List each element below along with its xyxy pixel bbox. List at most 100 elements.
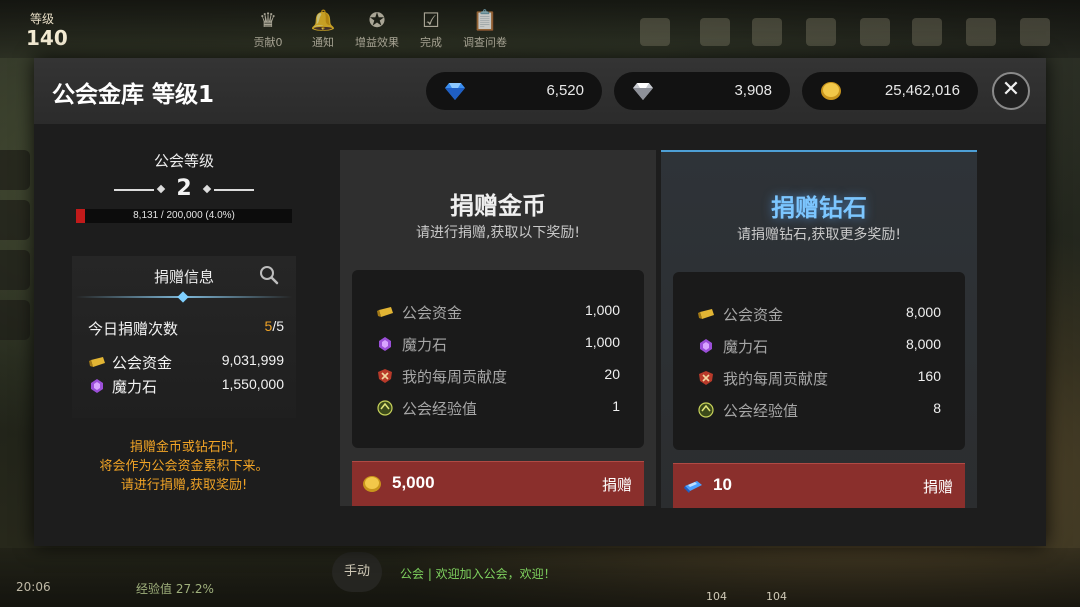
- reward-row: 魔力石 8,000: [697, 336, 941, 358]
- donate-gold-card[interactable]: 捐赠金币 请进行捐赠,获取以下奖励! 公会资金 1,000 魔力石 1,000 我的…: [340, 150, 656, 506]
- magic-stone-value: 1,550,000: [221, 376, 284, 392]
- complete-icon[interactable]: ☑ 完成: [408, 6, 454, 50]
- donate-gold-label: 捐赠: [601, 476, 632, 494]
- reward-row: 公会经验值 8: [697, 400, 941, 422]
- exit-icon[interactable]: [700, 18, 730, 46]
- reward-value: 1: [612, 398, 620, 414]
- note-line: 请进行捐赠,获取奖励!: [120, 478, 248, 493]
- reward-value: 1,000: [584, 302, 620, 318]
- note-line: 捐赠金币或钻石时,: [129, 440, 239, 455]
- donate-diamond-card[interactable]: 捐赠钻石 请捐赠钻石,获取更多奖励! 公会资金 8,000 魔力石 8,000 我的…: [661, 150, 977, 508]
- magic-stone-icon: [379, 337, 391, 351]
- reward-list: 公会资金 8,000 魔力石 8,000 我的每周贡献度 160 公会经验值 8: [673, 272, 965, 450]
- silver-diamond-icon: [633, 83, 653, 100]
- panel-header: 公会金库 等级1 6,520 3,908 25,462,016 ✕: [34, 58, 1046, 124]
- guild-xp-text: 8,131 / 200,000 (4.0%): [133, 210, 235, 221]
- skill-count: 104: [706, 590, 727, 603]
- reward-value: 8,000: [905, 336, 941, 352]
- reward-row: 我的每周贡献度 20: [376, 366, 620, 388]
- menu-icon[interactable]: [1020, 18, 1050, 46]
- donate-diamond-cost: 10: [713, 475, 732, 494]
- reward-row: 公会经验值 1: [376, 398, 620, 420]
- character-icon[interactable]: [966, 18, 996, 46]
- guild-fund-label: 公会资金: [112, 354, 173, 372]
- guild-level-title: 公会等级: [153, 152, 214, 170]
- shop-icon[interactable]: [806, 18, 836, 46]
- donate-gold-title: 捐赠金币: [450, 192, 546, 220]
- donate-gold-button[interactable]: 5,000 捐赠: [352, 461, 644, 506]
- reward-value: 160: [917, 368, 941, 384]
- donate-diamond-title: 捐赠钻石: [771, 194, 867, 222]
- side-party-icon[interactable]: [0, 250, 30, 290]
- reward-label: 魔力石: [723, 338, 769, 356]
- magic-stone-icon: [700, 339, 712, 353]
- side-battle-icon[interactable]: [0, 300, 30, 340]
- emblem-icon[interactable]: [752, 18, 782, 46]
- reward-row: 魔力石 1,000: [376, 334, 620, 356]
- panel-title: 公会金库 等级1: [52, 82, 215, 108]
- divider-gem-icon: [177, 291, 189, 303]
- contribution-shield-icon: [378, 369, 392, 383]
- silver-diamond-value: 3,908: [734, 82, 772, 99]
- manual-mode-button[interactable]: 手动: [332, 552, 382, 592]
- gold-coin-icon: [821, 82, 841, 100]
- diamond-stack-icon: [684, 481, 702, 493]
- donation-note: 捐赠金币或钻石时, 将会作为公会资金累积下来。 请进行捐赠,获取奖励!: [34, 438, 334, 495]
- today-donation-label: 今日捐赠次数: [88, 320, 179, 338]
- search-icon[interactable]: [258, 264, 280, 286]
- magic-stone-row: 魔力石 1,550,000: [88, 376, 284, 397]
- guild-exp-icon: [698, 402, 714, 418]
- guild-icon[interactable]: [912, 18, 942, 46]
- reward-label: 我的每周贡献度: [402, 368, 508, 386]
- contribution-shield-icon: [699, 371, 713, 385]
- guild-xp-bar: 8,131 / 200,000 (4.0%): [76, 209, 292, 223]
- guild-fund-row: 公会资金 9,031,999: [88, 352, 284, 373]
- donate-gold-cost: 5,000: [392, 473, 435, 492]
- gold-bar-icon: [377, 307, 393, 317]
- note-line: 将会作为公会资金累积下来。: [99, 459, 269, 474]
- reward-label: 魔力石: [402, 336, 448, 354]
- contribution-icon[interactable]: ♛ 贡献0: [245, 6, 291, 50]
- play-icon[interactable]: [640, 18, 670, 46]
- reward-value: 20: [604, 366, 620, 382]
- gold-balance: 25,462,016: [802, 72, 978, 110]
- buff-icon[interactable]: ✪ 增益效果: [354, 6, 400, 50]
- chat-line[interactable]: 公会 | 欢迎加入公会，欢迎！: [400, 565, 556, 582]
- reward-label: 公会资金: [723, 306, 784, 324]
- guild-level-display: 2: [114, 176, 254, 204]
- player-level-value: 140: [26, 26, 68, 50]
- reward-label: 公会经验值: [723, 402, 799, 420]
- skill-count: 104: [766, 590, 787, 603]
- magic-stone-label: 魔力石: [112, 378, 158, 396]
- gold-bar-icon: [89, 357, 105, 367]
- ranking-icon[interactable]: [860, 18, 890, 46]
- player-level-label: 等级: [30, 12, 55, 26]
- reward-label: 公会资金: [402, 304, 463, 322]
- exp-text: 经验值 27.2%: [136, 582, 214, 596]
- side-event-icon[interactable]: [0, 200, 30, 240]
- reward-value: 1,000: [584, 334, 620, 350]
- donate-gold-subtitle: 请进行捐赠,获取以下奖励!: [415, 225, 581, 241]
- diamond-value: 6,520: [546, 82, 584, 99]
- reward-row: 我的每周贡献度 160: [697, 368, 941, 390]
- today-donation-total: /5: [272, 318, 284, 334]
- guild-fund-value: 9,031,999: [221, 352, 284, 368]
- gold-bar-icon: [698, 309, 714, 319]
- reward-label: 公会经验值: [402, 400, 478, 418]
- notification-icon[interactable]: 🔔 通知: [300, 6, 346, 50]
- survey-icon[interactable]: 📋 调查问卷: [462, 6, 508, 50]
- today-donation-count-row: 今日捐赠次数 5/5: [88, 318, 284, 339]
- reward-list: 公会资金 1,000 魔力石 1,000 我的每周贡献度 20 公会经验值 1: [352, 270, 644, 448]
- guild-exp-icon: [377, 400, 393, 416]
- diamond-icon: [445, 83, 465, 100]
- donate-diamond-label: 捐赠: [922, 478, 953, 496]
- close-button[interactable]: ✕: [992, 72, 1030, 110]
- donate-diamond-button[interactable]: 10 捐赠: [673, 463, 965, 508]
- side-quest-icon[interactable]: [0, 150, 30, 190]
- clock-text: 20:06: [16, 580, 51, 594]
- reward-label: 我的每周贡献度: [723, 370, 829, 388]
- gold-value: 25,462,016: [884, 82, 960, 99]
- silver-diamond-balance: 3,908: [614, 72, 790, 110]
- guild-vault-panel: 公会金库 等级1 6,520 3,908 25,462,016 ✕ 公会等级 2…: [34, 58, 1046, 546]
- gold-coin-icon: [363, 476, 381, 492]
